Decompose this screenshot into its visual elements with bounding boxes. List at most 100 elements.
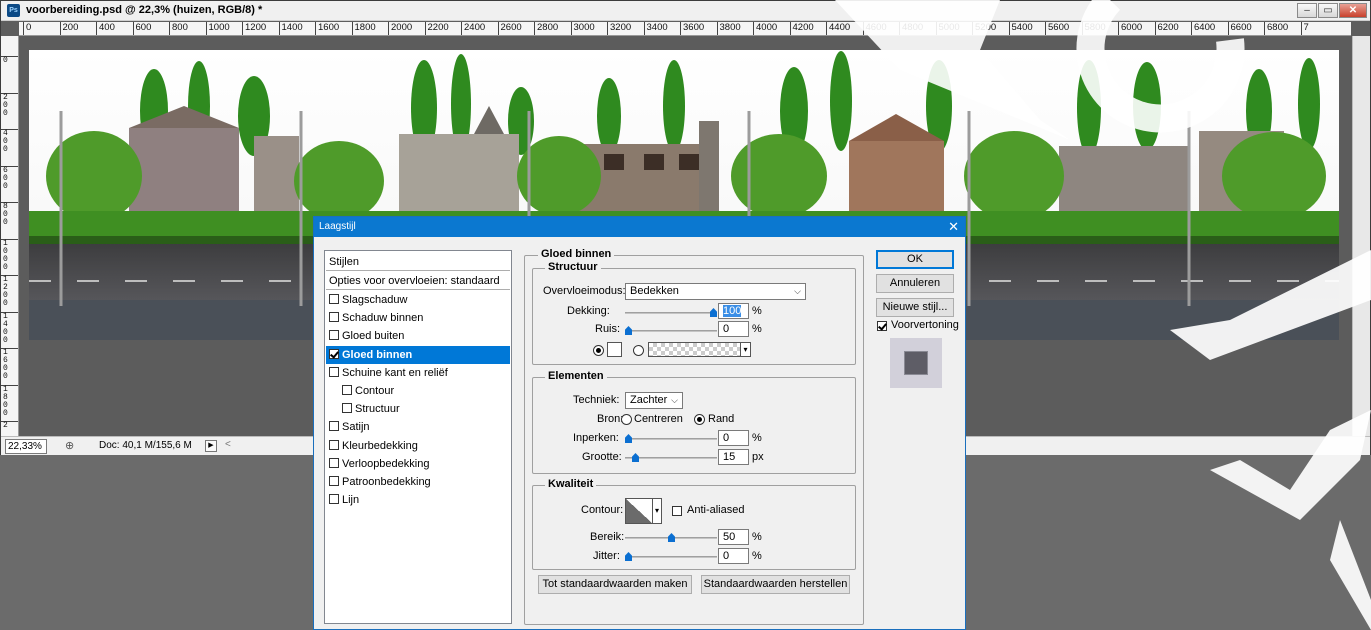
range-input[interactable]: 50 bbox=[718, 529, 749, 545]
choke-input[interactable]: 0 bbox=[718, 430, 749, 446]
style-item-label: Gloed buiten bbox=[342, 330, 405, 343]
dialog-titlebar[interactable]: Laagstijl ✕ bbox=[314, 217, 965, 237]
source-label: Bron: bbox=[597, 413, 624, 425]
ok-button[interactable]: OK bbox=[876, 250, 954, 269]
preview-checkbox[interactable] bbox=[877, 321, 887, 331]
document-title: voorbereiding.psd @ 22,3% (huizen, RGB/8… bbox=[26, 4, 263, 16]
status-info-icon[interactable]: ⊕ bbox=[65, 439, 74, 452]
style-item[interactable]: Kleurbedekking bbox=[326, 437, 510, 455]
zoom-field[interactable]: 22,33% bbox=[5, 439, 47, 454]
style-item[interactable]: Gloed binnen bbox=[326, 345, 510, 364]
vertical-scrollbar[interactable] bbox=[1352, 36, 1370, 436]
ruler-tick-label: 5400 bbox=[1008, 22, 1033, 35]
horizontal-ruler[interactable]: 0 200 400 600 800 1000 1200 1400 1600 1800 2000 220… bbox=[19, 22, 1351, 36]
opacity-input[interactable]: 100 bbox=[718, 303, 749, 319]
color-radio[interactable] bbox=[593, 345, 604, 356]
opacity-unit: % bbox=[752, 305, 762, 317]
ruler-tick-label: 0 bbox=[23, 22, 31, 35]
style-checkbox[interactable] bbox=[329, 312, 339, 323]
style-item[interactable]: Schaduw binnen bbox=[326, 309, 510, 327]
size-slider[interactable] bbox=[625, 453, 717, 462]
ruler-tick-label: 600 bbox=[132, 22, 151, 35]
noise-input[interactable]: 0 bbox=[718, 321, 749, 337]
style-checkbox[interactable] bbox=[329, 294, 339, 305]
anti-aliased-checkbox[interactable] bbox=[672, 506, 682, 516]
style-checkbox[interactable] bbox=[329, 476, 339, 487]
ruler-tick-label: 3800 bbox=[716, 22, 741, 35]
style-item-label: Patroonbedekking bbox=[342, 476, 431, 488]
styles-header[interactable]: Stijlen bbox=[326, 253, 510, 271]
panel-title: Gloed binnen bbox=[538, 248, 615, 260]
status-menu-arrow-icon[interactable]: ▶ bbox=[205, 440, 217, 452]
ruler-tick-label: 5600 bbox=[1045, 22, 1069, 35]
scroll-left-icon[interactable]: < bbox=[225, 439, 231, 450]
ruler-tick-label: 400 bbox=[96, 22, 115, 35]
ruler-tick-label: 4400 bbox=[826, 22, 850, 35]
style-checkbox[interactable] bbox=[329, 348, 339, 359]
technique-select[interactable]: Zachter ⌵ bbox=[625, 392, 683, 409]
style-checkbox[interactable] bbox=[329, 439, 339, 450]
contour-dropdown-icon[interactable]: ▾ bbox=[652, 498, 662, 524]
ruler-tick-label: 1000 bbox=[205, 22, 230, 35]
make-default-button[interactable]: Tot standaardwaarden maken bbox=[538, 575, 692, 594]
noise-slider[interactable] bbox=[625, 326, 717, 335]
style-checkbox[interactable] bbox=[329, 421, 339, 432]
ruler-tick-label: 1000 bbox=[1, 238, 18, 272]
jitter-input[interactable]: 0 bbox=[718, 548, 749, 564]
ruler-tick-label: 4600 bbox=[862, 22, 887, 35]
minimize-icon[interactable]: – bbox=[1297, 3, 1317, 18]
reset-default-button[interactable]: Standaardwaarden herstellen bbox=[701, 575, 850, 594]
noise-unit: % bbox=[752, 323, 762, 335]
blend-mode-select[interactable]: Bedekken ⌵ bbox=[625, 283, 806, 300]
style-checkbox[interactable] bbox=[342, 385, 352, 396]
style-item[interactable]: Contour bbox=[326, 382, 510, 400]
size-unit: px bbox=[752, 451, 764, 463]
ruler-tick-label: 1800 bbox=[1, 384, 18, 418]
ruler-tick-label: 1200 bbox=[242, 22, 266, 35]
ruler-tick-label: 4800 bbox=[899, 22, 923, 35]
style-item[interactable]: Lijn bbox=[326, 491, 510, 509]
range-unit: % bbox=[752, 531, 762, 543]
blend-options-item[interactable]: Opties voor overvloeien: standaard bbox=[326, 272, 510, 290]
dialog-close-icon[interactable]: ✕ bbox=[948, 219, 959, 235]
style-item[interactable]: Gloed buiten bbox=[326, 327, 510, 345]
style-item[interactable]: Structuur bbox=[326, 400, 510, 418]
ruler-tick-label: 3400 bbox=[643, 22, 668, 35]
technique-label: Techniek: bbox=[573, 394, 620, 406]
style-checkbox[interactable] bbox=[329, 366, 339, 377]
jitter-slider[interactable] bbox=[625, 552, 717, 561]
close-icon[interactable]: ✕ bbox=[1339, 3, 1367, 18]
style-item-label: Verloopbedekking bbox=[342, 457, 430, 470]
restore-icon[interactable]: ▭ bbox=[1318, 3, 1338, 18]
style-checkbox[interactable] bbox=[329, 330, 339, 341]
style-item[interactable]: Patroonbedekking bbox=[326, 473, 510, 491]
gradient-dropdown-icon[interactable]: ▾ bbox=[740, 342, 751, 357]
contour-picker[interactable] bbox=[625, 498, 653, 524]
style-item[interactable]: Schuine kant en reliëf bbox=[326, 364, 510, 382]
ruler-tick-label: 400 bbox=[1, 129, 18, 154]
gradient-picker[interactable] bbox=[648, 342, 750, 357]
vertical-ruler[interactable]: 0 200 400 600 800 1000 1200 1400 1600 1800 2 bbox=[1, 36, 19, 436]
choke-slider[interactable] bbox=[625, 434, 717, 443]
style-checkbox[interactable] bbox=[329, 457, 339, 468]
ruler-tick-label: 1400 bbox=[278, 22, 303, 35]
style-item[interactable]: Slagschaduw bbox=[326, 291, 510, 309]
style-item-label: Contour bbox=[355, 385, 395, 397]
cancel-button[interactable]: Annuleren bbox=[876, 274, 954, 293]
glow-color-swatch[interactable] bbox=[607, 342, 622, 357]
new-style-button[interactable]: Nieuwe stijl... bbox=[876, 298, 954, 317]
range-slider[interactable] bbox=[625, 533, 717, 542]
document-titlebar[interactable]: Ps voorbereiding.psd @ 22,3% (huizen, RG… bbox=[1, 1, 1370, 21]
opacity-slider[interactable] bbox=[625, 308, 717, 317]
ruler-tick-label: 1600 bbox=[1, 348, 18, 381]
source-center-radio[interactable] bbox=[621, 414, 632, 425]
source-edge-radio[interactable] bbox=[694, 414, 705, 425]
size-input[interactable]: 15 bbox=[718, 449, 749, 465]
style-checkbox[interactable] bbox=[342, 403, 352, 414]
style-checkbox[interactable] bbox=[329, 494, 339, 505]
quality-legend: Kwaliteit bbox=[545, 478, 597, 490]
gradient-radio[interactable] bbox=[633, 345, 644, 356]
style-item[interactable]: Verloopbedekking bbox=[326, 455, 510, 473]
style-item[interactable]: Satijn bbox=[326, 418, 510, 436]
ruler-tick-label: 6200 bbox=[1154, 22, 1179, 35]
